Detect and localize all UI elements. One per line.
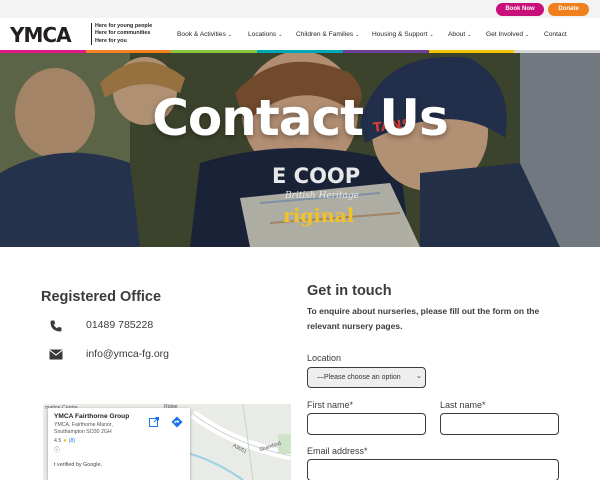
phone-icon (50, 320, 62, 332)
nav-item-contact[interactable]: Contact (544, 31, 567, 38)
email-address[interactable]: info@ymca-fg.org (86, 348, 169, 360)
nursery-enquiry-note: To enquire about nurseries, please fill … (307, 306, 540, 331)
chevron-down-icon: ⌄ (278, 32, 283, 38)
nav-item-label: About (448, 31, 466, 38)
open-in-maps-icon[interactable] (148, 416, 160, 428)
phone-number[interactable]: 01489 785228 (86, 319, 153, 331)
photo-shirt-text: E COOP (272, 164, 361, 188)
chevron-down-icon: ⌄ (355, 32, 360, 38)
first-name-field[interactable] (307, 413, 426, 435)
nav-item-label: Housing & Support (372, 31, 428, 38)
email-field[interactable] (307, 459, 559, 480)
nav-item-label: Locations (248, 31, 277, 38)
map-rating-value: 4.5 (54, 438, 62, 444)
first-name-label: First name* (307, 400, 354, 410)
nav-item-label: Contact (544, 31, 567, 38)
chevron-down-icon: ⌄ (429, 32, 434, 38)
nav-item-label: Children & Families (296, 31, 354, 38)
book-now-button[interactable]: Book Now (496, 3, 544, 16)
info-icon[interactable]: ⓘ (54, 445, 184, 454)
donate-button[interactable]: Donate (548, 3, 589, 16)
envelope-icon (49, 349, 63, 360)
map-info-card: YMCA Fairthorne Group YMCA, Fairthorne M… (48, 408, 190, 480)
nav-item-children-families[interactable]: Children & Families ⌄ (296, 31, 359, 38)
map-address: YMCA, Fairthorne Manor, Southampton SO30… (54, 422, 113, 435)
email-label: Email address* (307, 446, 368, 456)
main-nav: Book & Activities ⌄ Locations ⌄ Children &… (0, 31, 600, 43)
nav-item-about[interactable]: About ⌄ (448, 31, 471, 38)
nav-item-label: Book & Activities (177, 31, 226, 38)
tagline-line: Here for young people (95, 23, 153, 29)
page-title: Contact Us (152, 89, 449, 147)
map-rating: 4.5 ★ (8) (54, 438, 184, 444)
last-name-field[interactable] (440, 413, 559, 435)
nav-item-label: Get Involved (486, 31, 524, 38)
last-name-label: Last name* (440, 400, 486, 410)
chevron-down-icon: ⌄ (467, 32, 472, 38)
nav-item-housing-support[interactable]: Housing & Support ⌄ (372, 31, 434, 38)
get-in-touch-heading: Get in touch (307, 283, 392, 299)
registered-office-heading: Registered Office (41, 289, 162, 305)
nav-item-locations[interactable]: Locations ⌄ (248, 31, 282, 38)
chevron-down-icon: ⌄ (227, 32, 232, 38)
chevron-down-icon: ⌄ (525, 32, 530, 38)
nav-item-book-activities[interactable]: Book & Activities ⌄ (177, 31, 232, 38)
chevron-down-icon: ⌄ (416, 373, 422, 380)
photo-shirt-text: British Heritage (285, 191, 359, 201)
map-place-name: YMCA Fairthorne Group (54, 413, 130, 420)
photo-shirt-text: riginal (283, 205, 355, 227)
nav-item-get-involved[interactable]: Get Involved ⌄ (486, 31, 529, 38)
star-icon: ★ (62, 438, 68, 444)
map-review-count[interactable]: (8) (69, 438, 75, 444)
location-label: Location (307, 353, 342, 363)
directions-icon[interactable] (171, 416, 183, 428)
location-select[interactable]: —Please choose an option (307, 367, 426, 388)
map-verified-text: t verified by Google, (54, 462, 102, 468)
